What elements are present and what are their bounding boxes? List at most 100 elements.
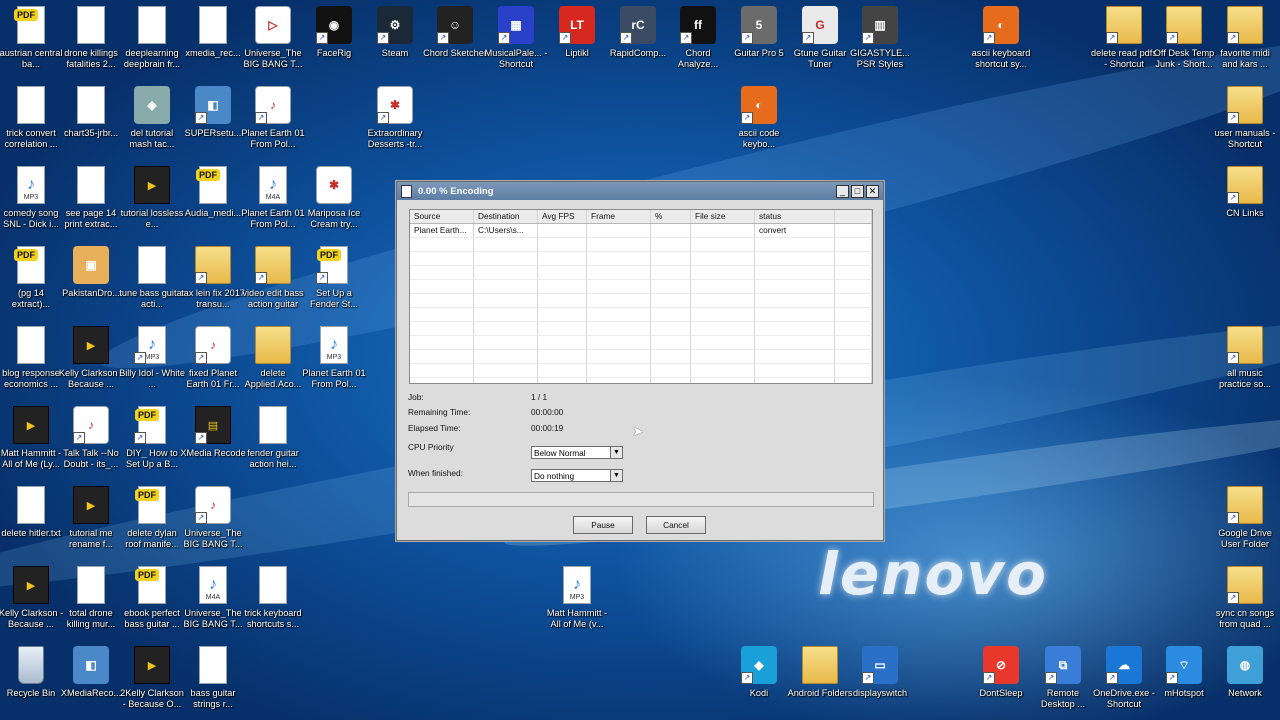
- close-button[interactable]: ✕: [866, 184, 879, 198]
- desktop-icon[interactable]: ▦ ↗ MusicalPale... - Shortcut: [485, 6, 547, 69]
- desktop-icon[interactable]: ♪ MP3 Planet Earth 01 From Pol...: [302, 326, 366, 389]
- pause-button[interactable]: Pause: [573, 516, 633, 534]
- desktop-icon[interactable]: ↗ Off Desk Temp Junk - Short...: [1153, 6, 1215, 69]
- desktop-icon[interactable]: ▥ ↗ GIGASTYLE... PSR Styles: [849, 6, 911, 69]
- desktop-icon[interactable]: trick keyboard shortcuts s...: [242, 566, 304, 629]
- column-header[interactable]: status: [755, 210, 835, 223]
- desktop-icon[interactable]: drone killings fatalities 2...: [60, 6, 122, 69]
- desktop-icon[interactable]: ♪ MP3 Matt Hammitt - All of Me (v...: [546, 566, 608, 629]
- desktop-icon[interactable]: PDF (pg 14 extract)...: [0, 246, 62, 309]
- desktop-icon[interactable]: Recycle Bin: [0, 646, 62, 699]
- desktop-icon[interactable]: ↗ all music practice so...: [1214, 326, 1276, 389]
- desktop-icon[interactable]: PDF delete dylan roof manife...: [121, 486, 183, 549]
- desktop-icon[interactable]: ◈ del tutorial mash tac...: [121, 86, 183, 149]
- desktop-icon[interactable]: PDF austrian central ba...: [0, 6, 62, 69]
- desktop-icon[interactable]: G ↗ Gtune Guitar Tuner: [789, 6, 851, 69]
- desktop-icon[interactable]: ♪ MP3 ↗ Billy Idol - White ...: [119, 326, 185, 389]
- desktop-icon[interactable]: rC ↗ RapidComp...: [607, 6, 669, 59]
- desktop-icon[interactable]: ✱ ↗ Extraordinary Desserts -tr...: [364, 86, 426, 149]
- chevron-down-icon[interactable]: ▼: [610, 470, 622, 481]
- desktop-icon[interactable]: xmedia_rec...: [182, 6, 244, 59]
- desktop-icon[interactable]: Android Folders: [788, 646, 852, 699]
- desktop-icon[interactable]: ◧ ↗ SUPERsetu...: [182, 86, 244, 139]
- desktop-icon[interactable]: ▶ tutorial me rename f...: [60, 486, 122, 549]
- desktop-icon[interactable]: ⚙ ↗ Steam: [364, 6, 426, 59]
- desktop-icon[interactable]: ▶ Kelly Clarkson - Because ...: [59, 326, 123, 389]
- empty-table-row: [410, 238, 872, 252]
- table-row[interactable]: Planet Earth... C:\Users\s... convert: [410, 224, 872, 238]
- column-header[interactable]: Frame: [587, 210, 651, 223]
- column-header[interactable]: Avg FPS: [538, 210, 587, 223]
- dialog-titlebar[interactable]: 0.00 % Encoding _ □ ✕: [397, 182, 883, 200]
- desktop-icon[interactable]: ▷ Universe_The BIG BANG T...: [242, 6, 304, 69]
- desktop-icon[interactable]: ⌔ ↗ mHotspot: [1153, 646, 1215, 699]
- desktop-icon[interactable]: blog response economics ...: [0, 326, 62, 389]
- desktop-icon[interactable]: ▤ ↗ XMedia Recode: [180, 406, 246, 459]
- desktop-icon[interactable]: total drone killing mur...: [60, 566, 122, 629]
- desktop-icon-label: total drone killing mur...: [66, 608, 116, 629]
- desktop-icon[interactable]: chart35-jrbr...: [60, 86, 122, 139]
- column-header[interactable]: [835, 210, 872, 223]
- desktop-icon[interactable]: ▶ tutorial lossless e...: [121, 166, 183, 229]
- desktop-icon[interactable]: ◐ ↗ ascii keyboard shortcut sy...: [970, 6, 1032, 69]
- column-header[interactable]: Source: [410, 210, 474, 223]
- desktop-icon[interactable]: ff ↗ Chord Analyze...: [667, 6, 729, 69]
- desktop-icon[interactable]: ◆ ↗ Kodi: [728, 646, 790, 699]
- column-header[interactable]: Destination: [474, 210, 538, 223]
- desktop-icon[interactable]: ↗ user manuals - Shortcut: [1214, 86, 1276, 149]
- desktop-icon[interactable]: trick convert correlation ...: [0, 86, 62, 149]
- cancel-button[interactable]: Cancel: [646, 516, 706, 534]
- desktop-icon[interactable]: ◍ Network: [1214, 646, 1276, 699]
- desktop-icon[interactable]: PDF ↗ DIY_ How to Set Up a B...: [121, 406, 183, 469]
- desktop-icon[interactable]: ☁ ↗ OneDrive.exe - Shortcut: [1093, 646, 1155, 709]
- chevron-down-icon[interactable]: ▼: [610, 447, 622, 458]
- desktop-icon[interactable]: bass guitar strings r...: [182, 646, 244, 709]
- desktop-icon[interactable]: ▶ 2Kelly Clarkson - Because O...: [120, 646, 184, 709]
- desktop-icon[interactable]: ◉ ↗ FaceRig: [303, 6, 365, 59]
- desktop-icon[interactable]: ↗ video edit bass action guitar: [242, 246, 304, 309]
- desktop-icon[interactable]: PDF ↗ Set Up a Fender St...: [303, 246, 365, 309]
- desktop-icon[interactable]: ✱ Mariposa Ice Cream try...: [303, 166, 365, 229]
- desktop-icon[interactable]: ☺ ↗ Chord Sketcher: [423, 6, 487, 59]
- desktop-icon[interactable]: tune bass guitar acti...: [119, 246, 185, 309]
- desktop-icon[interactable]: ♪ M4A Planet Earth 01 From Pol...: [241, 166, 305, 229]
- cpu-priority-select[interactable]: Below Normal ▼: [531, 446, 623, 459]
- desktop-icon[interactable]: ↗ tax lein fix 2017 transu...: [181, 246, 245, 309]
- desktop-icon[interactable]: ⊘ ↗ DontSleep: [970, 646, 1032, 699]
- desktop-icon[interactable]: LT ↗ Liptikl: [546, 6, 608, 59]
- maximize-button[interactable]: □: [851, 184, 864, 198]
- desktop-icon[interactable]: ♪ MP3 comedy song SNL - Dick i...: [0, 166, 62, 229]
- desktop-icon[interactable]: fender guitar action hei...: [242, 406, 304, 469]
- desktop-icon[interactable]: ♪ ↗ Planet Earth 01 From Pol...: [241, 86, 305, 149]
- desktop-icon[interactable]: delete Applied.Aco...: [242, 326, 304, 389]
- column-header[interactable]: File size: [691, 210, 755, 223]
- minimize-button[interactable]: _: [836, 184, 849, 198]
- desktop-icon[interactable]: delete hitler.txt: [0, 486, 62, 539]
- when-finished-select[interactable]: Do nothing ▼: [531, 469, 623, 482]
- desktop-icon[interactable]: see page 14 print extrac...: [60, 166, 122, 229]
- desktop-icon[interactable]: ↗ Google Drive User Folder: [1214, 486, 1276, 549]
- desktop-icon[interactable]: ♪ ↗ Universe_The BIG BANG T...: [182, 486, 244, 549]
- desktop-icon[interactable]: ◧ XMediaReco...: [60, 646, 122, 699]
- desktop-icon[interactable]: ▣ PakistanDro...: [60, 246, 122, 299]
- desktop-icon[interactable]: ♪ ↗ fixed Planet Earth 01 Fr...: [182, 326, 244, 389]
- desktop-icon[interactable]: ↗ sync cn songs from quad ...: [1214, 566, 1276, 629]
- desktop-icon[interactable]: PDF Audia_medi...: [182, 166, 244, 219]
- desktop-icon[interactable]: PDF ebook perfect bass guitar ...: [121, 566, 183, 629]
- column-header[interactable]: %: [651, 210, 691, 223]
- desktop-icon[interactable]: ◐ ↗ ascii code keybo...: [728, 86, 790, 149]
- table-cell: [835, 280, 872, 293]
- desktop-icon[interactable]: ▶ Matt Hammitt - All of Me (Ly...: [0, 406, 62, 469]
- desktop-icon[interactable]: ▭ ↗ displayswitch: [849, 646, 911, 699]
- desktop-icon[interactable]: ♪ ↗ Talk Talk --No Doubt - its_...: [60, 406, 122, 469]
- desktop-icon[interactable]: deeplearning deepbrain fr...: [121, 6, 183, 69]
- desktop-icon[interactable]: ↗ CN Links: [1214, 166, 1276, 219]
- desktop-icon[interactable]: ♪ M4A Universe_The BIG BANG T...: [182, 566, 244, 629]
- desktop-icon[interactable]: 5 ↗ Guitar Pro 5: [728, 6, 790, 59]
- desktop-icon[interactable]: ▶ Kelly Clarkson - Because ...: [0, 566, 63, 629]
- desktop-icon-label: Mariposa Ice Cream try...: [307, 208, 361, 229]
- desktop-icon[interactable]: ⧉ ↗ Remote Desktop ...: [1032, 646, 1094, 709]
- job-table[interactable]: Source Destination Avg FPS Frame% File size s…: [409, 209, 873, 384]
- desktop-icon[interactable]: ↗ delete read pdfs - Shortcut: [1091, 6, 1157, 69]
- desktop-icon[interactable]: ↗ favorite midi and kars ...: [1214, 6, 1276, 69]
